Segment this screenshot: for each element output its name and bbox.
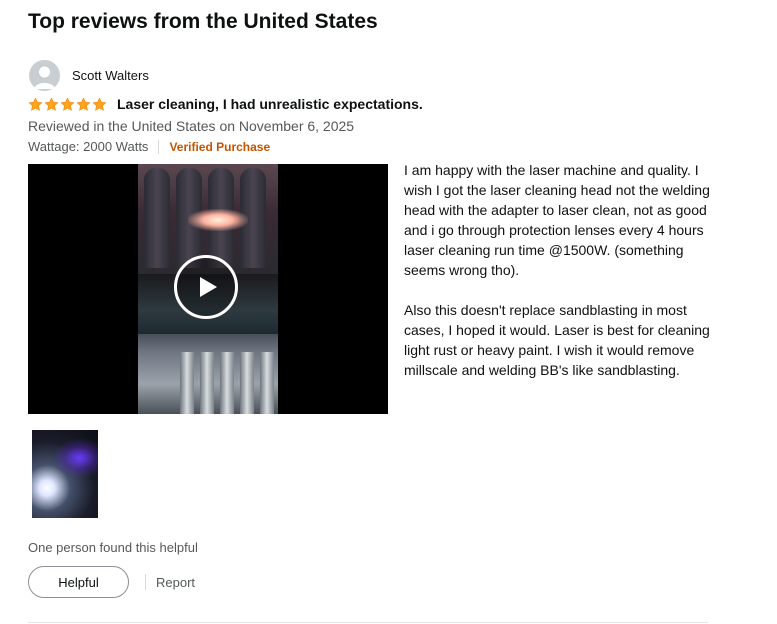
verified-purchase-badge: Verified Purchase	[169, 139, 271, 154]
reviewer-name[interactable]: Scott Walters	[72, 68, 149, 83]
star-rating[interactable]	[28, 96, 107, 112]
review-image-thumbnail[interactable]	[32, 430, 98, 518]
star-icon	[92, 96, 107, 111]
star-icon	[28, 96, 43, 111]
star-icon	[60, 96, 75, 111]
reviewer-profile[interactable]: Scott Walters	[29, 59, 149, 91]
helpful-button[interactable]: Helpful	[28, 566, 129, 598]
section-divider	[28, 622, 708, 623]
divider	[145, 574, 146, 590]
variant-row: Wattage: 2000 Watts Verified Purchase	[28, 139, 270, 154]
section-title: Top reviews from the United States	[28, 10, 378, 33]
star-icon	[44, 96, 59, 111]
review-paragraph: I am happy with the laser machine and qu…	[404, 162, 710, 278]
play-button[interactable]	[174, 255, 238, 319]
star-icon	[76, 96, 91, 111]
play-icon	[200, 277, 217, 297]
review-body: I am happy with the laser machine and qu…	[404, 160, 722, 400]
avatar[interactable]	[29, 59, 60, 91]
helpful-count: One person found this helpful	[28, 540, 198, 555]
review-date: Reviewed in the United States on Novembe…	[28, 118, 355, 134]
rating-row: Laser cleaning, I had unrealistic expect…	[28, 96, 423, 112]
user-icon	[34, 66, 55, 89]
variant-label[interactable]: Wattage: 2000 Watts	[28, 139, 148, 154]
review-video[interactable]	[28, 164, 388, 414]
divider	[158, 139, 160, 154]
report-link[interactable]: Report	[156, 575, 195, 590]
review-paragraph: Also this doesn't replace sandblasting i…	[404, 302, 710, 378]
review-actions: Helpful Report	[28, 566, 195, 598]
review-title[interactable]: Laser cleaning, I had unrealistic expect…	[117, 96, 423, 112]
